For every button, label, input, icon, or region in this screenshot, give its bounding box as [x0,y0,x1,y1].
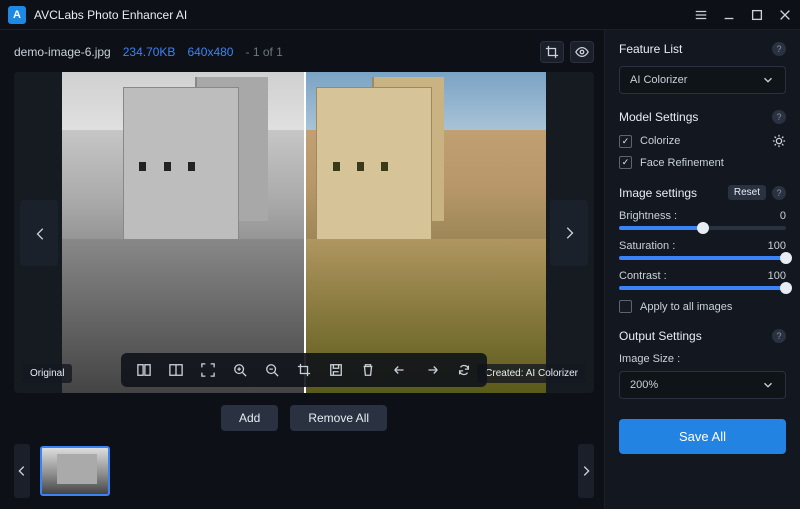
image-size-select[interactable]: 200% [619,371,786,399]
saturation-slider[interactable] [619,256,786,260]
brightness-slider[interactable] [619,226,786,230]
brightness-value: 0 [780,210,786,222]
contrast-label: Contrast : [619,270,667,282]
image-settings-header: Image settings [619,186,697,200]
created-badge: Created: AI Colorizer [477,364,586,383]
compare-split-icon[interactable] [167,361,185,379]
apply-all-checkbox[interactable] [619,300,632,313]
main-workspace: demo-image-6.jpg 234.70KB 640x480 - 1 of… [0,30,604,509]
redo-icon[interactable] [423,361,441,379]
thumbnail-strip [14,441,594,501]
comparison-image[interactable] [62,72,546,393]
saturation-value: 100 [768,240,786,252]
chevron-down-icon [761,378,775,392]
next-image-button[interactable] [550,200,588,266]
feature-select-value: AI Colorizer [630,74,687,86]
output-help-icon[interactable]: ? [772,329,786,343]
saturation-label: Saturation : [619,240,675,252]
prev-image-button[interactable] [20,200,58,266]
crop-button[interactable] [540,41,564,63]
model-settings-header: Model Settings [619,110,698,124]
delete-icon[interactable] [359,361,377,379]
image-size-label: Image Size : [619,353,786,365]
contrast-value: 100 [768,270,786,282]
minimize-icon[interactable] [722,8,736,22]
save-all-button[interactable]: Save All [619,419,786,454]
refresh-icon[interactable] [455,361,473,379]
file-name: demo-image-6.jpg [14,45,111,59]
feature-list-header: Feature List [619,42,682,56]
feature-select[interactable]: AI Colorizer [619,66,786,94]
face-refinement-label: Face Refinement [640,157,724,169]
file-index: - 1 of 1 [245,45,282,59]
feature-help-icon[interactable]: ? [772,42,786,56]
image-size-value: 200% [630,379,658,391]
crop-icon[interactable] [295,361,313,379]
fit-screen-icon[interactable] [199,361,217,379]
reset-button[interactable]: Reset [728,185,766,200]
file-info-bar: demo-image-6.jpg 234.70KB 640x480 - 1 of… [14,40,594,64]
thumb-prev-button[interactable] [14,444,30,498]
model-help-icon[interactable]: ? [772,110,786,124]
eye-button[interactable] [570,41,594,63]
remove-all-button[interactable]: Remove All [290,405,387,431]
apply-all-label: Apply to all images [640,301,732,313]
menu-icon[interactable] [694,8,708,22]
thumb-next-button[interactable] [578,444,594,498]
file-dimensions: 640x480 [187,45,233,59]
colorize-label: Colorize [640,135,680,147]
output-settings-header: Output Settings [619,329,702,343]
original-badge: Original [22,364,72,383]
undo-icon[interactable] [391,361,409,379]
face-refinement-checkbox[interactable] [619,156,632,169]
comparison-slider-handle[interactable] [304,72,306,393]
settings-panel: Feature List ? AI Colorizer Model Settin… [604,30,800,509]
app-title: AVCLabs Photo Enhancer AI [34,8,694,22]
colorize-gear-icon[interactable] [772,134,786,148]
contrast-slider[interactable] [619,286,786,290]
preview-area: Original Created: AI Colorizer [14,72,594,393]
chevron-down-icon [761,73,775,87]
close-icon[interactable] [778,8,792,22]
preview-toolbar [121,353,487,387]
app-logo-icon: A [8,6,26,24]
thumbnail-item[interactable] [40,446,110,496]
compare-side-icon[interactable] [135,361,153,379]
brightness-label: Brightness : [619,210,677,222]
add-button[interactable]: Add [221,405,278,431]
zoom-in-icon[interactable] [231,361,249,379]
file-size: 234.70KB [123,45,176,59]
image-settings-help-icon[interactable]: ? [772,186,786,200]
colorize-checkbox[interactable] [619,135,632,148]
title-bar: A AVCLabs Photo Enhancer AI [0,0,800,30]
save-icon[interactable] [327,361,345,379]
zoom-out-icon[interactable] [263,361,281,379]
maximize-icon[interactable] [750,8,764,22]
